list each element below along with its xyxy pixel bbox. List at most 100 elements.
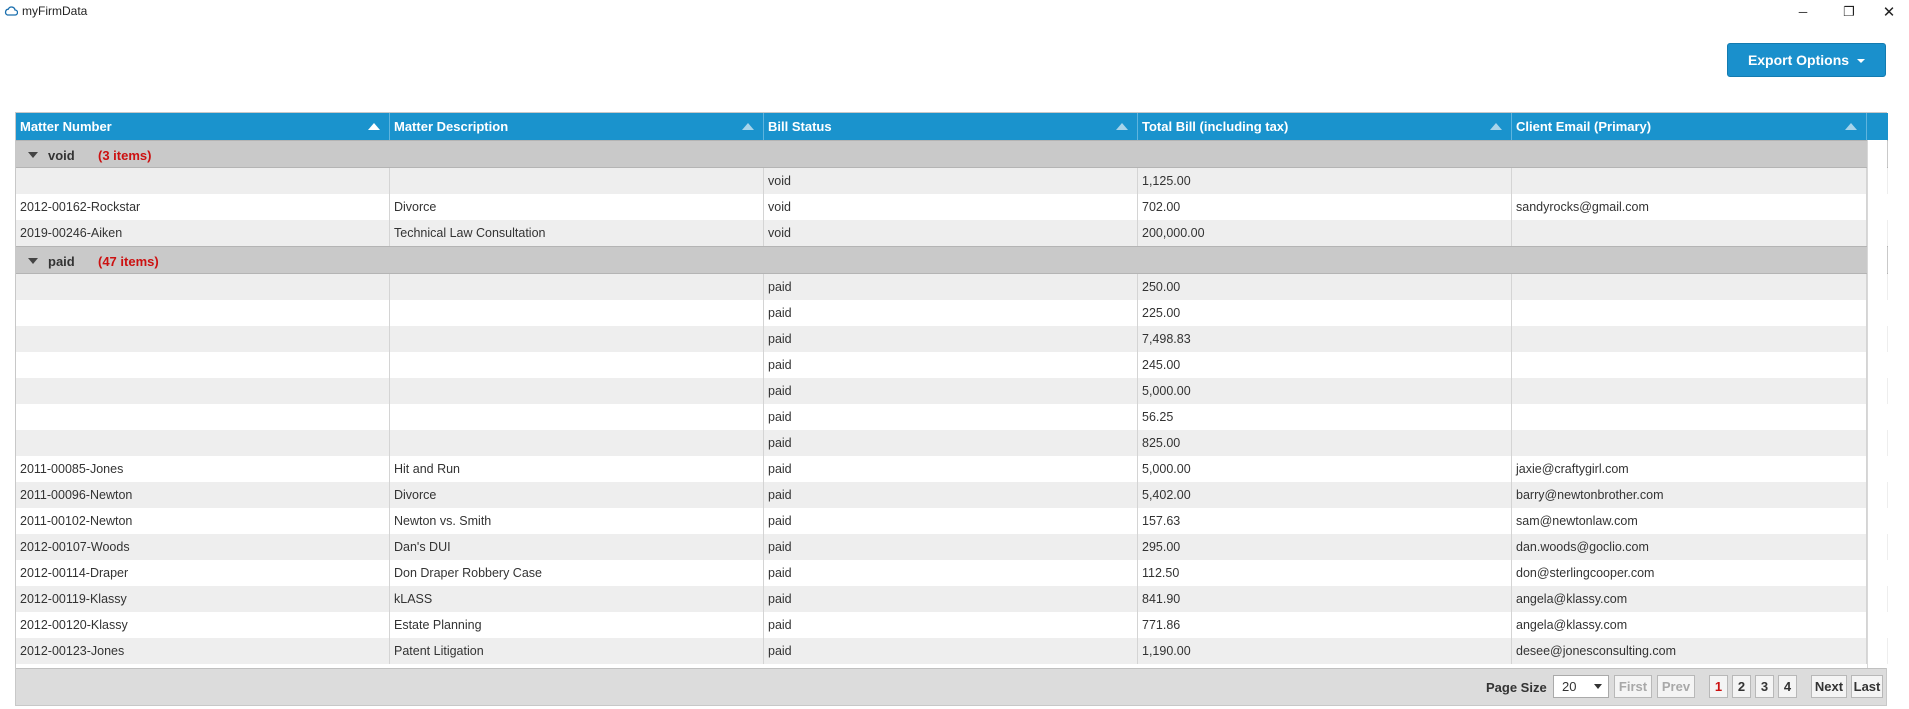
group-row-void[interactable]: void (3 items) — [16, 140, 1888, 168]
cell-matter-description: kLASS — [390, 586, 764, 612]
sort-ascending-icon[interactable] — [1490, 123, 1502, 130]
table-row[interactable]: paid 245.00 — [16, 352, 1888, 378]
cell-total-bill-including-tax: 702.00 — [1138, 194, 1512, 220]
table-row[interactable]: paid 225.00 — [16, 300, 1888, 326]
table-row[interactable]: 2011-00102-Newton Newton vs. Smith paid 157… — [16, 508, 1888, 534]
restore-icon: ❐ — [1843, 4, 1855, 19]
table-row[interactable]: 2012-00114-Draper Don Draper Robbery Case… — [16, 560, 1888, 586]
page-button-4[interactable]: 4 — [1778, 675, 1797, 698]
export-options-button[interactable]: Export Options — [1727, 43, 1886, 77]
cell-matter-description — [390, 352, 764, 378]
cell-matter-number: 2012-00120-Klassy — [16, 612, 390, 638]
cell-client-email-primary: angela@klassy.com — [1512, 586, 1867, 612]
cell-bill-status: paid — [764, 378, 1138, 404]
cell-client-email-primary: sandyrocks@gmail.com — [1512, 194, 1867, 220]
minimize-button[interactable]: ─ — [1780, 0, 1826, 24]
cell-client-email-primary — [1512, 168, 1867, 194]
table-row[interactable]: void 1,125.00 — [16, 168, 1888, 194]
sort-ascending-icon[interactable] — [1845, 123, 1857, 130]
grid-header: Matter Number Matter Description Bill Stat… — [16, 113, 1888, 140]
group-name: void — [48, 148, 75, 163]
cell-total-bill-including-tax: 157.63 — [1138, 508, 1512, 534]
cell-total-bill-including-tax: 250.00 — [1138, 274, 1512, 300]
sort-ascending-icon[interactable] — [1116, 123, 1128, 130]
cell-matter-number: 2012-00123-Jones — [16, 638, 390, 664]
table-row[interactable]: 2012-00162-Rockstar Divorce void 702.00 sand… — [16, 194, 1888, 220]
table-row[interactable]: 2011-00085-Jones Hit and Run paid 5,000.00 j… — [16, 456, 1888, 482]
cell-matter-number: 2011-00096-Newton — [16, 482, 390, 508]
table-row[interactable]: 2011-00096-Newton Divorce paid 5,402.00 barr… — [16, 482, 1888, 508]
cell-matter-description — [390, 404, 764, 430]
cell-bill-status: paid — [764, 404, 1138, 430]
cell-bill-status: paid — [764, 534, 1138, 560]
column-header-label: Total Bill (including tax) — [1142, 119, 1289, 134]
column-header-total-bill-including-tax[interactable]: Total Bill (including tax) — [1138, 113, 1512, 140]
cell-matter-number — [16, 326, 390, 352]
cloud-icon — [4, 6, 18, 16]
table-row[interactable]: 2019-00246-Aiken Technical Law Consultati… — [16, 220, 1888, 246]
sort-ascending-icon[interactable] — [368, 123, 380, 130]
page-button-3[interactable]: 3 — [1755, 675, 1774, 698]
cell-matter-description: Newton vs. Smith — [390, 508, 764, 534]
caret-down-icon — [1857, 59, 1866, 63]
collapse-triangle-icon[interactable] — [28, 152, 38, 158]
page-size-select[interactable]: 20 — [1553, 675, 1609, 698]
column-header-matter-number[interactable]: Matter Number — [16, 113, 390, 140]
column-header-client-email-primary[interactable]: Client Email (Primary) — [1512, 113, 1867, 140]
cell-matter-description: Divorce — [390, 482, 764, 508]
group-row-paid[interactable]: paid (47 items) — [16, 246, 1888, 274]
table-row[interactable]: 2012-00123-Jones Patent Litigation paid 1,1… — [16, 638, 1888, 664]
vertical-scrollbar[interactable] — [1867, 140, 1887, 668]
cell-client-email-primary: desee@jonesconsulting.com — [1512, 638, 1867, 664]
cell-bill-status: void — [764, 220, 1138, 246]
column-header-matter-description[interactable]: Matter Description — [390, 113, 764, 140]
cell-total-bill-including-tax: 5,000.00 — [1138, 456, 1512, 482]
minimize-icon: ─ — [1798, 5, 1808, 19]
cell-matter-description: Patent Litigation — [390, 638, 764, 664]
cell-total-bill-including-tax: 5,402.00 — [1138, 482, 1512, 508]
cell-total-bill-including-tax: 245.00 — [1138, 352, 1512, 378]
cell-matter-number — [16, 274, 390, 300]
close-button[interactable]: ✕ — [1866, 0, 1909, 24]
table-row[interactable]: 2012-00120-Klassy Estate Planning paid 771.… — [16, 612, 1888, 638]
first-page-button[interactable]: First — [1614, 675, 1652, 698]
cell-matter-description — [390, 378, 764, 404]
grid-body: void (3 items) void 1,125.00 2012-00162-Rock… — [16, 140, 1888, 664]
collapse-triangle-icon[interactable] — [28, 258, 38, 264]
table-row[interactable]: paid 250.00 — [16, 274, 1888, 300]
next-page-button[interactable]: Next — [1811, 675, 1847, 698]
pager: Page Size 20 First Prev 1234 Next Last — [16, 668, 1886, 705]
cell-bill-status: paid — [764, 300, 1138, 326]
table-row[interactable]: 2012-00119-Klassy kLASS paid 841.90 angela@k… — [16, 586, 1888, 612]
cell-matter-number: 2012-00162-Rockstar — [16, 194, 390, 220]
cell-total-bill-including-tax: 5,000.00 — [1138, 378, 1512, 404]
table-row[interactable]: paid 56.25 — [16, 404, 1888, 430]
bills-grid: Matter Number Matter Description Bill Stat… — [15, 112, 1888, 706]
cell-client-email-primary: don@sterlingcooper.com — [1512, 560, 1867, 586]
column-header-label: Client Email (Primary) — [1516, 119, 1652, 134]
prev-page-button[interactable]: Prev — [1657, 675, 1695, 698]
cell-client-email-primary: jaxie@craftygirl.com — [1512, 456, 1867, 482]
sort-ascending-icon[interactable] — [742, 123, 754, 130]
cell-client-email-primary: angela@klassy.com — [1512, 612, 1867, 638]
cell-bill-status: void — [764, 194, 1138, 220]
cell-client-email-primary — [1512, 378, 1867, 404]
page-button-1[interactable]: 1 — [1709, 675, 1728, 698]
cell-bill-status: paid — [764, 326, 1138, 352]
cell-client-email-primary — [1512, 300, 1867, 326]
cell-bill-status: paid — [764, 586, 1138, 612]
cell-bill-status: paid — [764, 638, 1138, 664]
cell-total-bill-including-tax: 295.00 — [1138, 534, 1512, 560]
group-name: paid — [48, 254, 75, 269]
last-page-button[interactable]: Last — [1851, 675, 1883, 698]
cell-total-bill-including-tax: 200,000.00 — [1138, 220, 1512, 246]
cell-matter-description: Technical Law Consultation — [390, 220, 764, 246]
table-row[interactable]: paid 7,498.83 — [16, 326, 1888, 352]
table-row[interactable]: paid 825.00 — [16, 430, 1888, 456]
close-icon: ✕ — [1882, 4, 1896, 21]
column-header-bill-status[interactable]: Bill Status — [764, 113, 1138, 140]
page-button-2[interactable]: 2 — [1732, 675, 1751, 698]
cell-client-email-primary: barry@newtonbrother.com — [1512, 482, 1867, 508]
table-row[interactable]: 2012-00107-Woods Dan's DUI paid 295.00 dan.w… — [16, 534, 1888, 560]
table-row[interactable]: paid 5,000.00 — [16, 378, 1888, 404]
